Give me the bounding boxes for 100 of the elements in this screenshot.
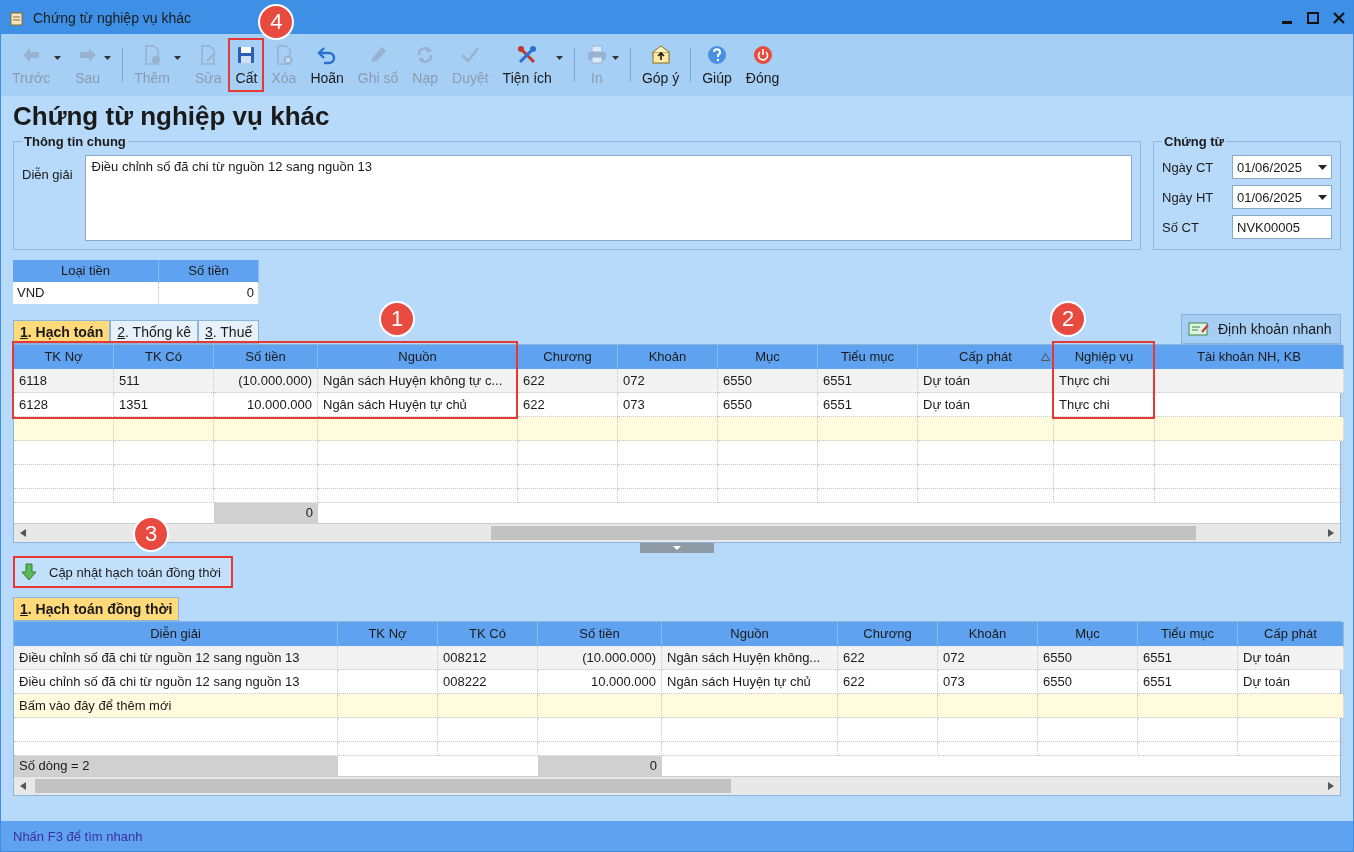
column-header[interactable]: TK Nợ (14, 345, 114, 369)
table-cell: Thực chi (1054, 393, 1155, 417)
column-header[interactable]: TK Có (114, 345, 214, 369)
column-header[interactable]: Mục (1038, 622, 1138, 646)
table-cell[interactable] (838, 694, 938, 718)
scroll-right-icon[interactable] (1328, 782, 1334, 790)
column-header[interactable]: Khoản (938, 622, 1038, 646)
scroll-thumb[interactable] (491, 526, 1196, 540)
table-cell[interactable] (538, 694, 662, 718)
column-header[interactable]: TK Nợ (338, 622, 438, 646)
tab[interactable]: 1. Hạch toán đồng thời (13, 597, 180, 621)
group-title: Thông tin chung (23, 134, 127, 149)
table-cell: 10.000.000 (214, 393, 318, 417)
callout-badge: 3 (133, 516, 169, 552)
table-cell: Thực chi (1054, 369, 1155, 393)
new-row-hint[interactable]: Bấm vào đây để thêm mới (14, 694, 338, 718)
group-title: Chứng từ (1163, 134, 1225, 149)
table-cell: Ngân sách Huyện không tự c... (318, 369, 518, 393)
table-cell: 622 (518, 369, 618, 393)
callout-badge: 2 (1050, 301, 1086, 337)
column-header[interactable]: Nguồn (662, 622, 838, 646)
table-cell[interactable] (518, 417, 618, 441)
column-header[interactable]: Số tiền (214, 345, 318, 369)
field-label: Diễn giải (22, 166, 73, 184)
column-header[interactable]: Nguồn (318, 345, 518, 369)
table-cell: 072 (618, 369, 718, 393)
date-field[interactable]: 01/06/2025 (1232, 155, 1332, 179)
toolbar-button[interactable]: Tiện ích (495, 38, 570, 92)
close-icon[interactable] (1333, 11, 1345, 24)
update-button[interactable]: Cập nhật hạch toán đồng thời (13, 556, 233, 588)
toolbar-button[interactable]: Đóng (738, 38, 787, 92)
column-header[interactable]: Cấp phát (918, 345, 1054, 369)
help-icon (706, 44, 728, 66)
dropdown-icon[interactable] (1318, 164, 1327, 170)
table-cell: 6118 (14, 369, 114, 393)
column-header[interactable]: Chương (838, 622, 938, 646)
table-cell[interactable] (918, 417, 1054, 441)
maximize-icon[interactable] (1307, 11, 1319, 24)
table-cell[interactable] (1038, 694, 1138, 718)
table-cell: Dự toán (1238, 646, 1344, 670)
horizontal-scrollbar[interactable] (14, 776, 1340, 795)
toolbar-button[interactable]: Cất (228, 38, 265, 92)
column-header[interactable]: Diễn giải (14, 622, 338, 646)
table-cell: 008212 (438, 646, 538, 670)
table-cell: 0 (159, 282, 259, 304)
column-header[interactable]: Khoản (618, 345, 718, 369)
table-cell[interactable] (338, 694, 438, 718)
column-header[interactable]: Số tiền (538, 622, 662, 646)
table-cell[interactable] (438, 694, 538, 718)
table-cell[interactable] (662, 694, 838, 718)
table-cell: 6551 (818, 369, 918, 393)
tab[interactable]: 2. Thống kê (110, 320, 198, 344)
input-field[interactable]: NVK00005 (1232, 215, 1332, 239)
caret-icon[interactable] (555, 56, 563, 60)
table-cell[interactable] (1054, 417, 1155, 441)
table-cell: Ngân sách Huyện không... (662, 646, 838, 670)
app-icon (9, 9, 25, 26)
column-header[interactable]: Cấp phát (1238, 622, 1344, 646)
scroll-right-icon[interactable] (1328, 529, 1334, 537)
scroll-thumb[interactable] (34, 779, 732, 793)
date-field[interactable]: 01/06/2025 (1232, 185, 1332, 209)
column-header[interactable]: Tiểu mục (818, 345, 918, 369)
table-cell[interactable] (718, 417, 818, 441)
table-cell: Dự toán (918, 369, 1054, 393)
printer-icon (585, 44, 608, 66)
table-cell[interactable] (318, 417, 518, 441)
table-cell[interactable] (818, 417, 918, 441)
toolbar-button[interactable]: Hoãn (303, 38, 351, 92)
column-header[interactable]: Mục (718, 345, 818, 369)
down-triangle-icon[interactable] (673, 546, 681, 550)
table-cell: 622 (838, 646, 938, 670)
column-header[interactable]: Tiểu mục (1138, 622, 1238, 646)
table-cell[interactable] (1138, 694, 1238, 718)
quick-entry-button[interactable]: Định khoản nhanh (1181, 314, 1341, 344)
column-header: Loại tiền (13, 260, 159, 282)
table-cell[interactable] (1238, 694, 1344, 718)
table-cell[interactable] (1155, 417, 1344, 441)
table-cell: 6550 (1038, 646, 1138, 670)
window-title: Chứng từ nghiệp vụ khác (33, 9, 192, 26)
table-cell[interactable] (938, 694, 1038, 718)
column-header[interactable]: TK Có (438, 622, 538, 646)
scroll-left-icon[interactable] (20, 782, 26, 790)
table-cell[interactable] (618, 417, 718, 441)
table-cell: (10.000.000) (214, 369, 318, 393)
description-field[interactable]: Điều chỉnh số đã chi từ nguồn 12 sang nguồn 13 (84, 155, 1132, 241)
toolbar-button[interactable]: Góp ý (634, 38, 687, 92)
horizontal-scrollbar[interactable] (14, 523, 1340, 542)
splitter-handle[interactable] (640, 543, 714, 553)
column-header[interactable]: Chương (518, 345, 618, 369)
column-header[interactable]: Nghiệp vụ (1054, 345, 1155, 369)
column-header[interactable]: Tài khoản NH, KB (1155, 345, 1344, 369)
power-icon (751, 44, 774, 66)
tab[interactable]: 1. Hạch toán (13, 320, 111, 344)
table-cell: VND (13, 282, 159, 304)
table-cell: 1351 (114, 393, 214, 417)
dropdown-icon[interactable] (1318, 194, 1327, 200)
table-cell: 6551 (1138, 646, 1238, 670)
table-cell[interactable] (14, 417, 114, 441)
scroll-left-icon[interactable] (20, 529, 26, 537)
toolbar-button[interactable]: Giúp (695, 38, 739, 92)
